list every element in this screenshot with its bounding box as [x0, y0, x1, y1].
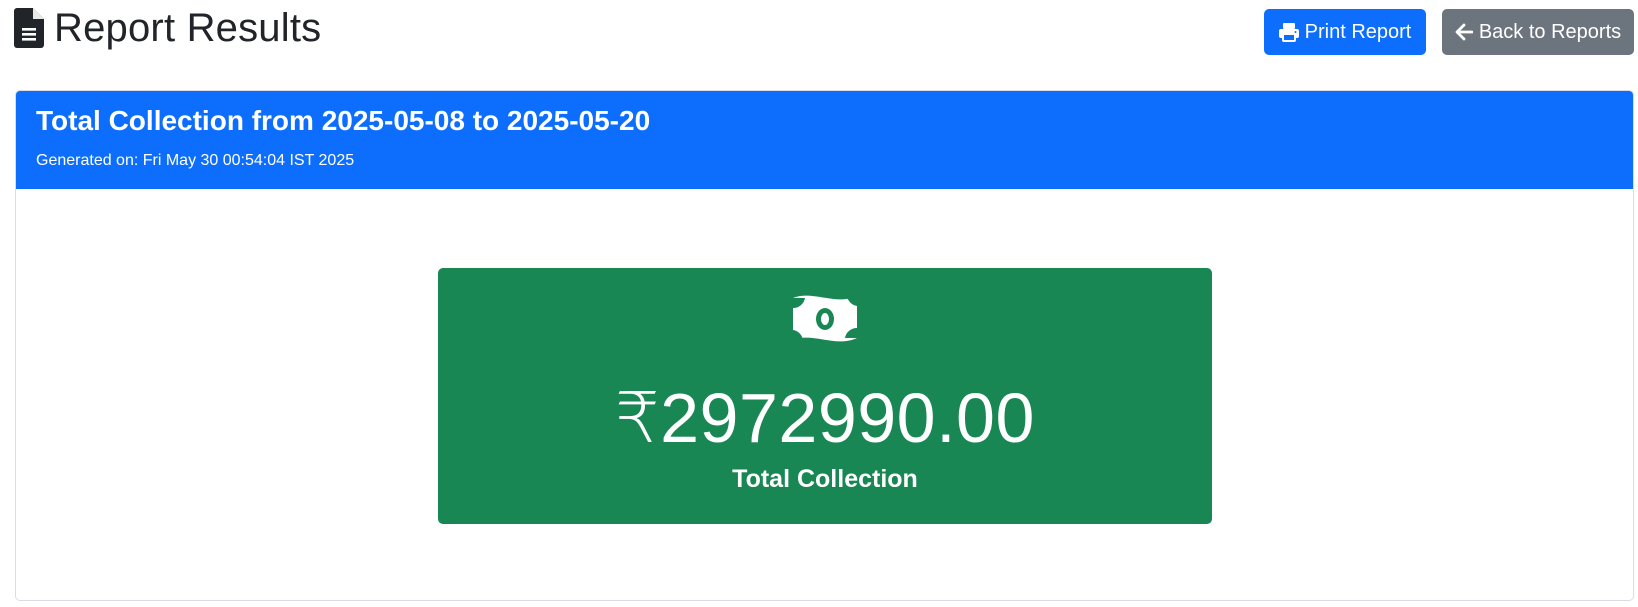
page-header: Report Results: [14, 4, 321, 52]
file-text-icon: [14, 8, 44, 48]
report-card: Total Collection from 2025-05-08 to 2025…: [15, 90, 1634, 601]
arrow-left-icon: [1455, 23, 1473, 41]
page-title: Report Results: [54, 6, 322, 50]
back-to-reports-label: Back to Reports: [1478, 20, 1622, 43]
total-collection-value: ₹2972990.00: [615, 379, 1035, 457]
report-card-body: ₹2972990.00 Total Collection: [16, 189, 1633, 600]
report-results-page: Report Results Print Report Back to Repo…: [0, 0, 1638, 607]
report-card-header: Total Collection from 2025-05-08 to 2025…: [16, 91, 1633, 189]
print-report-button[interactable]: Print Report: [1264, 9, 1426, 55]
total-collection-stat: ₹2972990.00 Total Collection: [438, 268, 1212, 524]
total-collection-label: Total Collection: [732, 465, 918, 493]
report-title: Total Collection from 2025-05-08 to 2025…: [36, 105, 651, 136]
money-bill-icon: [791, 292, 859, 349]
generated-timestamp: Generated on: Fri May 30 00:54:04 IST 20…: [36, 152, 355, 169]
back-to-reports-button[interactable]: Back to Reports: [1442, 9, 1634, 55]
printer-icon: [1278, 22, 1299, 42]
print-report-label: Print Report: [1304, 20, 1412, 43]
